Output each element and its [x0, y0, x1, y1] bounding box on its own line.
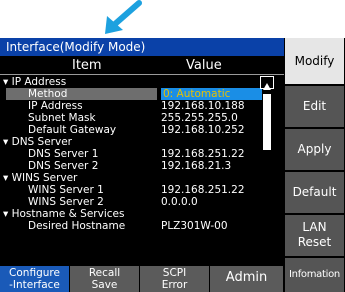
group-label: ▾ DNS Server — [3, 136, 72, 148]
device-screen: Interface(Modify Mode) Item Value ▾ IP A… — [0, 38, 345, 292]
softkey-label: -Interface — [9, 279, 60, 291]
softkey-label: Save — [91, 279, 118, 291]
table-header: Item Value — [0, 56, 284, 75]
row-label: DNS Server 2 — [28, 160, 99, 172]
softkey-scpi-error[interactable]: SCPI Error — [140, 266, 210, 292]
settings-table: Item Value ▾ IP Address Method 0: Automa… — [0, 56, 284, 282]
softkey-label: Error — [161, 279, 188, 291]
modify-button[interactable]: Modify — [285, 38, 344, 84]
row-value: 192.168.251.22 — [161, 184, 245, 196]
group-row-wins-server[interactable]: ▾ WINS Server — [0, 172, 270, 184]
softkey-bar: Configure -Interface Recall Save SCPI Er… — [0, 266, 284, 292]
table-row-method[interactable]: Method 0: Automatic — [0, 88, 270, 100]
softkey-configure-interface[interactable]: Configure -Interface — [0, 266, 70, 292]
group-row-hostname-services[interactable]: ▾ Hostname & Services — [0, 208, 270, 220]
row-value: 0.0.0.0 — [161, 196, 198, 208]
scrollbar[interactable] — [260, 76, 274, 282]
row-label: WINS Server 1 — [28, 184, 104, 196]
softkey-label: Configure — [9, 267, 60, 279]
row-label: Method — [6, 88, 157, 100]
softkey-label: Recall — [88, 267, 121, 279]
row-label: Default Gateway — [28, 124, 117, 136]
group-label: ▾ Hostname & Services — [3, 208, 125, 220]
table-row-wins-server-1[interactable]: WINS Server 1 192.168.251.22 — [0, 184, 270, 196]
table-row-wins-server-2[interactable]: WINS Server 2 0.0.0.0 — [0, 196, 270, 208]
row-label: Desired Hostname — [28, 220, 126, 232]
table-row-default-gateway[interactable]: Default Gateway 192.168.10.252 — [0, 124, 270, 136]
softkey-admin[interactable]: Admin — [210, 266, 284, 292]
group-row-dns-server[interactable]: ▾ DNS Server — [0, 136, 270, 148]
row-value: 192.168.21.3 — [161, 160, 232, 172]
table-row-ip-address[interactable]: IP Address 192.168.10.188 — [0, 100, 270, 112]
row-value: PLZ301W-00 — [161, 220, 228, 232]
window-title: Interface(Modify Mode) — [0, 38, 284, 56]
group-label: ▾ WINS Server — [3, 172, 78, 184]
row-value[interactable]: 0: Automatic — [161, 88, 262, 100]
row-value: 192.168.10.252 — [161, 124, 245, 136]
scroll-up-button[interactable] — [260, 76, 274, 90]
scroll-thumb[interactable] — [263, 94, 271, 150]
apply-button[interactable]: Apply — [285, 129, 344, 170]
triangle-up-icon — [263, 83, 271, 90]
row-value: 192.168.10.188 — [161, 100, 245, 112]
table-row-dns-server-2[interactable]: DNS Server 2 192.168.21.3 — [0, 160, 270, 172]
group-row-ip-address[interactable]: ▾ IP Address — [0, 76, 270, 88]
table-row-desired-hostname[interactable]: Desired Hostname PLZ301W-00 — [0, 220, 270, 232]
table-row-dns-server-1[interactable]: DNS Server 1 192.168.251.22 — [0, 148, 270, 160]
button-label: LAN — [302, 220, 327, 234]
side-button-panel: Modify Edit Apply Default LAN Reset Info… — [284, 38, 345, 292]
column-header-value: Value — [186, 58, 222, 73]
default-button[interactable]: Default — [285, 172, 344, 213]
pointer-arrow-icon — [105, 0, 142, 34]
row-label: Subnet Mask — [28, 112, 96, 124]
button-label: Reset — [297, 235, 332, 249]
row-value: 192.168.251.22 — [161, 148, 245, 160]
row-label: WINS Server 2 — [28, 196, 104, 208]
information-button[interactable]: Infomation — [285, 258, 344, 292]
lan-reset-button[interactable]: LAN Reset — [285, 215, 344, 256]
row-label: IP Address — [28, 100, 83, 112]
row-value: 255.255.255.0 — [161, 112, 238, 124]
edit-button[interactable]: Edit — [285, 86, 344, 127]
softkey-recall-save[interactable]: Recall Save — [70, 266, 140, 292]
group-label: ▾ IP Address — [3, 76, 67, 88]
softkey-label: SCPI — [162, 267, 187, 279]
table-row-subnet-mask[interactable]: Subnet Mask 255.255.255.0 — [0, 112, 270, 124]
column-header-item: Item — [72, 58, 102, 73]
row-label: DNS Server 1 — [28, 148, 99, 160]
